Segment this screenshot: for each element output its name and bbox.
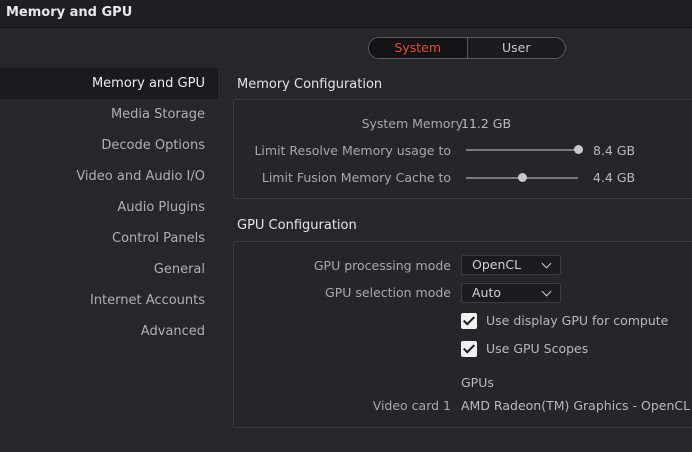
- memory-panel: System Memory 11.2 GB Limit Resolve Memo…: [233, 99, 692, 199]
- sidebar-item-advanced[interactable]: Advanced: [0, 316, 218, 347]
- video-card-label: Video card 1: [372, 398, 451, 413]
- sidebar-item-decode-options[interactable]: Decode Options: [0, 130, 218, 161]
- sidebar-item-memory-and-gpu[interactable]: Memory and GPU: [0, 68, 218, 99]
- gpu-processing-mode-value: OpenCL: [472, 257, 522, 272]
- sidebar-item-general[interactable]: General: [0, 254, 218, 285]
- use-display-gpu-label: Use display GPU for compute: [486, 313, 669, 328]
- system-memory-label: System Memory: [361, 116, 463, 131]
- chevron-down-icon: [541, 258, 552, 269]
- gpu-selection-mode-label: GPU selection mode: [325, 285, 451, 300]
- system-memory-value: 11.2 GB: [461, 116, 512, 131]
- fusion-limit-slider[interactable]: [466, 173, 578, 182]
- use-gpu-scopes-checkbox[interactable]: [461, 341, 477, 357]
- window-title: Memory and GPU: [6, 5, 133, 20]
- fusion-limit-slider-handle[interactable]: [518, 173, 527, 182]
- sidebar-item-internet-accounts[interactable]: Internet Accounts: [0, 285, 218, 316]
- gpu-processing-mode-select[interactable]: OpenCL: [461, 255, 561, 275]
- video-card-value: AMD Radeon(TM) Graphics - OpenCL: [461, 398, 691, 413]
- sidebar-item-media-storage[interactable]: Media Storage: [0, 99, 218, 130]
- sidebar-item-control-panels[interactable]: Control Panels: [0, 223, 218, 254]
- sidebar-item-audio-plugins[interactable]: Audio Plugins: [0, 192, 218, 223]
- gpu-processing-mode-label: GPU processing mode: [313, 258, 451, 273]
- resolve-limit-label: Limit Resolve Memory usage to: [254, 143, 451, 158]
- gpu-panel: GPU processing mode OpenCL GPU selection…: [233, 241, 692, 428]
- title-bar: Memory and GPU: [0, 0, 692, 28]
- fusion-limit-label: Limit Fusion Memory Cache to: [261, 170, 451, 185]
- memory-section-title: Memory Configuration: [237, 77, 383, 92]
- gpus-header: GPUs: [461, 375, 494, 390]
- preferences-sidebar: Memory and GPU Media Storage Decode Opti…: [0, 68, 218, 347]
- gpu-selection-mode-value: Auto: [472, 285, 502, 300]
- use-display-gpu-checkbox[interactable]: [461, 313, 477, 329]
- use-gpu-scopes-label: Use GPU Scopes: [486, 341, 589, 356]
- gpu-selection-mode-select[interactable]: Auto: [461, 283, 561, 303]
- system-user-toggle[interactable]: System User: [368, 37, 566, 59]
- resolve-limit-slider[interactable]: [466, 145, 583, 154]
- resolve-limit-slider-handle[interactable]: [574, 145, 583, 154]
- chevron-down-icon: [541, 286, 552, 297]
- system-tab[interactable]: System: [369, 38, 468, 58]
- user-tab[interactable]: User: [468, 38, 566, 58]
- gpu-section-title: GPU Configuration: [237, 218, 357, 233]
- fusion-limit-value: 4.4 GB: [593, 170, 636, 185]
- sidebar-item-video-and-audio-io[interactable]: Video and Audio I/O: [0, 161, 218, 192]
- resolve-limit-value: 8.4 GB: [593, 143, 636, 158]
